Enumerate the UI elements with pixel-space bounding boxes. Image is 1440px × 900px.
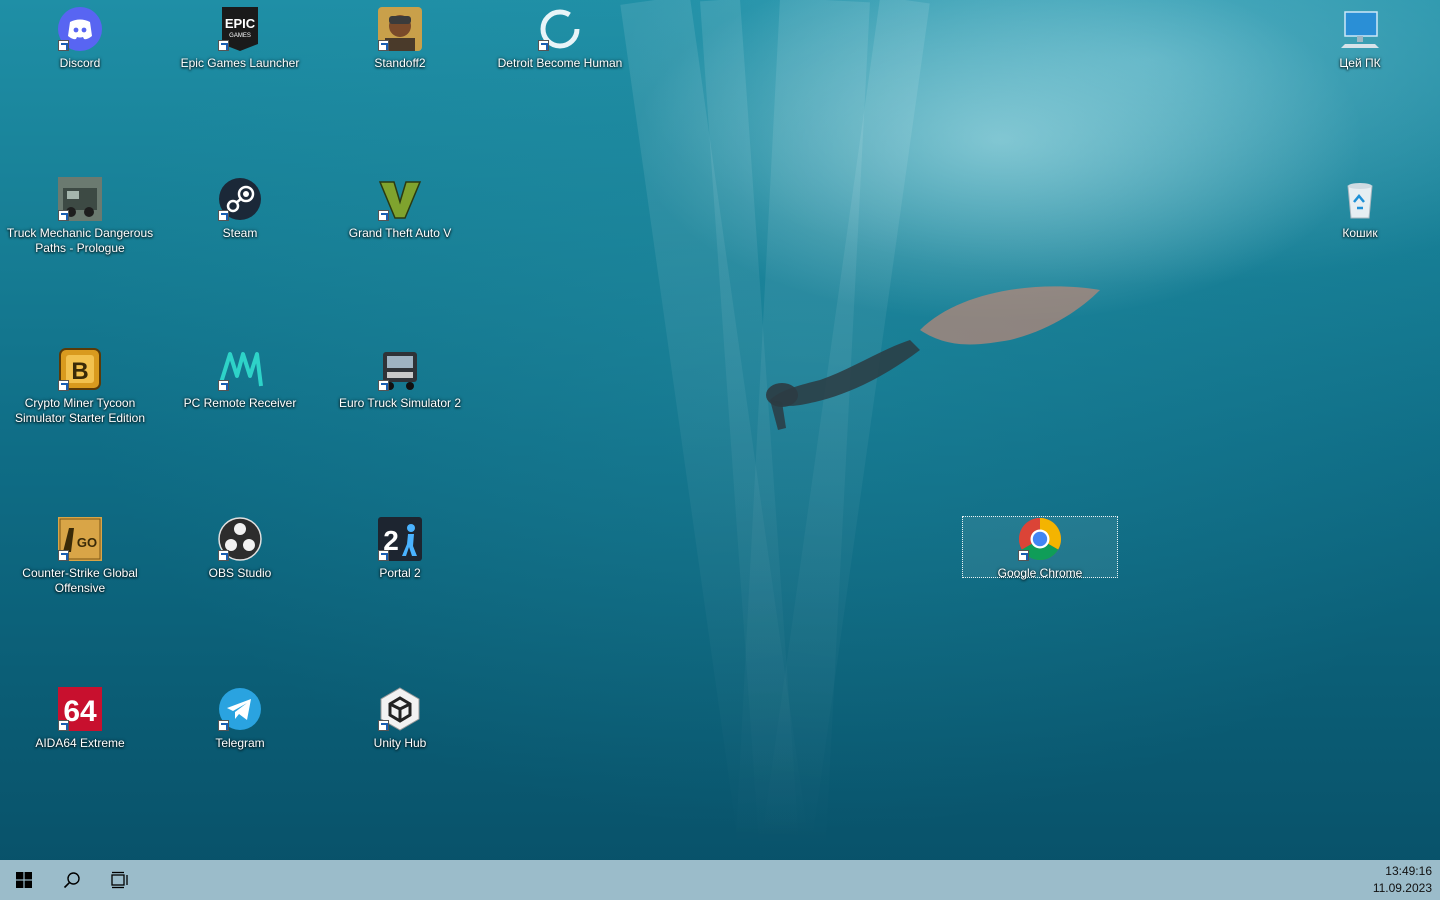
desktop-icon-euro-truck[interactable]: Euro Truck Simulator 2	[320, 340, 480, 490]
desktop-icon-chrome[interactable]: Google Chrome	[960, 516, 1120, 666]
unity-hub-icon	[377, 686, 423, 732]
clock-time: 13:49:16	[1385, 864, 1432, 878]
desktop-icon-discord[interactable]: Discord	[0, 0, 160, 150]
shortcut-arrow-icon	[58, 40, 69, 51]
gta-v-icon	[377, 176, 423, 222]
svg-text:EPIC: EPIC	[225, 16, 256, 31]
aida64-icon: 64	[57, 686, 103, 732]
desktop-icon-crypto-miner[interactable]: B Crypto Miner Tycoon Simulator Starter …	[0, 340, 160, 490]
task-view-button[interactable]	[96, 860, 144, 900]
crypto-miner-icon: B	[57, 346, 103, 392]
desktop-icon-gta-v[interactable]: Grand Theft Auto V	[320, 170, 480, 320]
search-button[interactable]	[48, 860, 96, 900]
recycle-bin-icon	[1337, 176, 1383, 222]
desktop-icon-detroit[interactable]: Detroit Become Human	[480, 0, 640, 150]
steam-icon	[217, 176, 263, 222]
desktop-icon-aida64[interactable]: 64 AIDA64 Extreme	[0, 680, 160, 830]
search-icon	[63, 872, 80, 889]
shortcut-arrow-icon	[1018, 550, 1029, 561]
shortcut-arrow-icon	[378, 380, 389, 391]
system-clock[interactable]: 13:49:16 11.09.2023	[1342, 863, 1432, 897]
desktop-icon-telegram[interactable]: Telegram	[160, 680, 320, 830]
start-button[interactable]	[0, 860, 48, 900]
taskbar: 13:49:16 11.09.2023	[0, 860, 1440, 900]
shortcut-arrow-icon	[218, 380, 229, 391]
pc-remote-icon	[217, 346, 263, 392]
svg-text:B: B	[71, 358, 88, 385]
task-view-icon	[111, 871, 128, 889]
light-ray	[760, 0, 930, 856]
portal2-icon: 2	[377, 516, 423, 562]
shortcut-arrow-icon	[378, 210, 389, 221]
desktop-icon-obs[interactable]: OBS Studio	[160, 510, 320, 660]
desktop-icon-pc-remote[interactable]: PC Remote Receiver	[160, 340, 320, 490]
standoff2-icon	[377, 6, 423, 52]
desktop-icon-portal2[interactable]: 2 Portal 2	[320, 510, 480, 660]
desktop-icon-recycle-bin[interactable]: Кошик	[1280, 170, 1440, 320]
shortcut-arrow-icon	[218, 550, 229, 561]
light-ray	[620, 0, 810, 857]
shortcut-arrow-icon	[218, 40, 229, 51]
obs-icon	[217, 516, 263, 562]
windows-logo-icon	[16, 872, 32, 888]
euro-truck-icon	[377, 346, 423, 392]
shortcut-arrow-icon	[538, 40, 549, 51]
clock-date: 11.09.2023	[1372, 881, 1432, 895]
svg-text:GAMES: GAMES	[229, 33, 251, 39]
shortcut-arrow-icon	[218, 210, 229, 221]
shortcut-arrow-icon	[58, 720, 69, 731]
discord-icon	[57, 6, 103, 52]
desktop-icon-steam[interactable]: Steam	[160, 170, 320, 320]
light-ray	[735, 0, 870, 862]
light-ray	[700, 0, 800, 860]
telegram-icon	[217, 686, 263, 732]
desktop-icon-this-pc[interactable]: Цей ПК	[1280, 0, 1440, 150]
shortcut-arrow-icon	[378, 550, 389, 561]
shortcut-arrow-icon	[378, 720, 389, 731]
chrome-icon	[1017, 516, 1063, 562]
detroit-icon	[537, 6, 583, 52]
desktop-icon-standoff2[interactable]: Standoff2	[320, 0, 480, 150]
desktop-icon-epic-games[interactable]: EPIC GAMES Epic Games Launcher	[160, 0, 320, 150]
desktop-icon-csgo[interactable]: GO Counter-Strike Global Offensive	[0, 510, 160, 660]
shortcut-arrow-icon	[58, 380, 69, 391]
shortcut-arrow-icon	[378, 40, 389, 51]
wallpaper-diver	[766, 286, 1100, 430]
desktop-icon-unity-hub[interactable]: Unity Hub	[320, 680, 480, 830]
epic-games-icon: EPIC GAMES	[217, 6, 263, 52]
desktop-icon-truck-mechanic[interactable]: Truck Mechanic Dangerous Paths - Prologu…	[0, 170, 160, 320]
shortcut-arrow-icon	[58, 210, 69, 221]
csgo-icon: GO	[57, 516, 103, 562]
this-pc-icon	[1337, 6, 1383, 52]
shortcut-arrow-icon	[58, 550, 69, 561]
svg-text:GO: GO	[77, 535, 97, 550]
shortcut-arrow-icon	[218, 720, 229, 731]
truck-mechanic-icon	[57, 176, 103, 222]
